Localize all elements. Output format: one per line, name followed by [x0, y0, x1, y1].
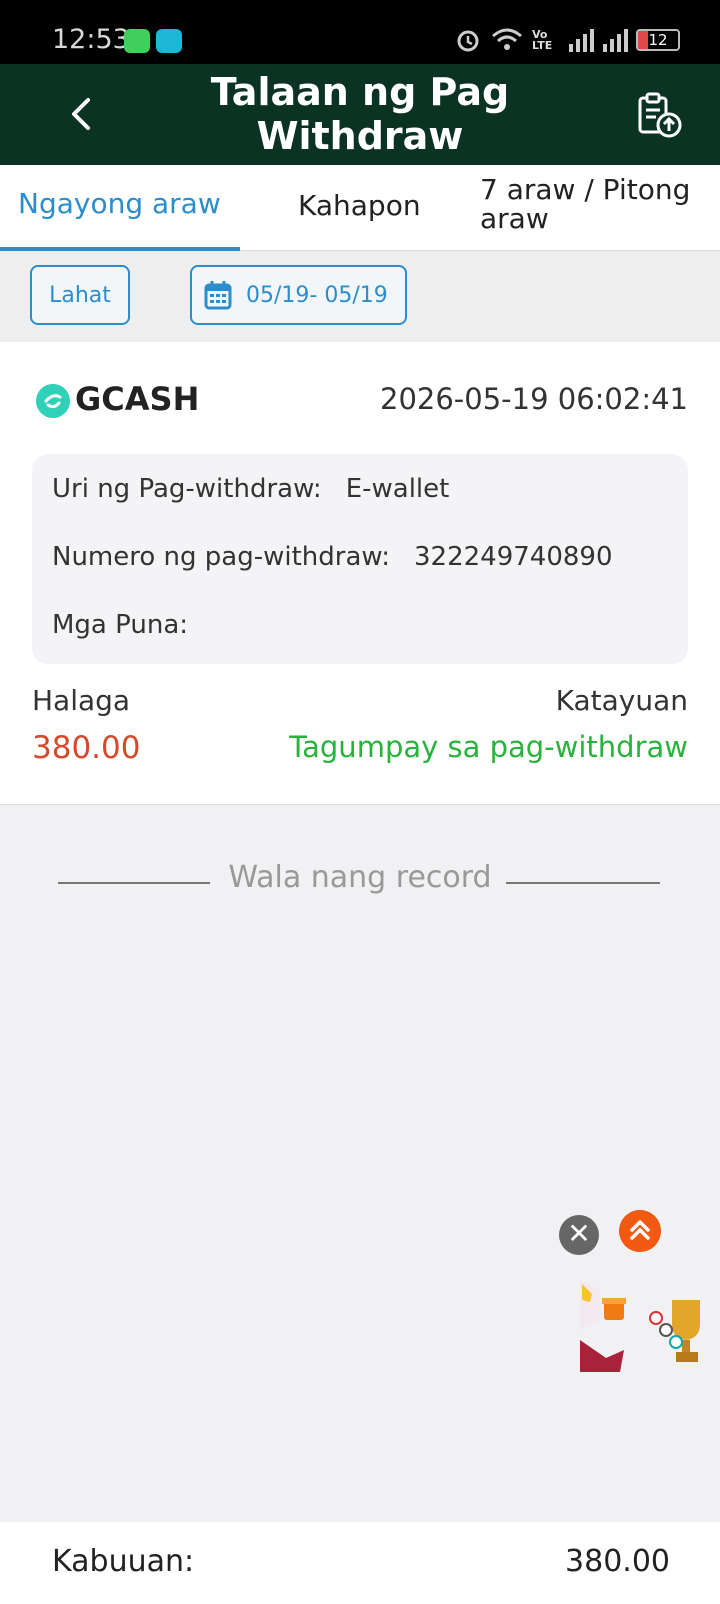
colon: : [179, 610, 189, 640]
messages-app-icon [124, 29, 150, 53]
withdraw-number-value: 322249740890 [414, 542, 613, 572]
divider-right [506, 882, 660, 884]
trophy-leaderboard-icon[interactable] [648, 1298, 702, 1368]
total-label: Kabuuan: [52, 1544, 195, 1579]
status-icons: Vo LTE 12 [454, 26, 680, 54]
date-range-button[interactable]: 05/19- 05/19 [190, 265, 407, 325]
signal-icon-2 [603, 29, 628, 52]
amount-label: Halaga [32, 684, 131, 717]
all-filter-button[interactable]: Lahat [30, 265, 130, 325]
gcash-logo-icon [36, 384, 70, 418]
amount-value: 380.00 [32, 730, 141, 766]
all-filter-label: Lahat [49, 282, 111, 308]
app-header: Talaan ng Pag Withdraw [0, 64, 720, 165]
signal-icon-1 [569, 29, 594, 52]
record-details: Uri ng Pag-withdraw: E-wallet Numero ng p… [32, 454, 688, 664]
date-range-label: 05/19- 05/19 [246, 282, 388, 308]
withdraw-record-card[interactable]: GCASH 2026-05-19 06:02:41 Uri ng Pag-wit… [0, 342, 720, 805]
status-label: Katayuan [555, 684, 688, 717]
no-more-records-text: Wala nang record [228, 860, 492, 895]
status-time: 12:53 [52, 24, 130, 55]
payment-method-name: GCASH [75, 380, 200, 418]
remarks-label: Mga Puna [52, 610, 180, 640]
total-footer: Kabuuan: 380.00 [0, 1522, 720, 1604]
no-more-records: Wala nang record [0, 858, 720, 902]
remarks-row: Mga Puna: [52, 610, 212, 640]
gift-promo-icon[interactable] [580, 1280, 626, 1372]
withdraw-type-label: Uri ng Pag-withdraw [52, 474, 313, 504]
status-bar: 12:53 Vo LTE 12 [0, 0, 720, 64]
clipboard-upload-icon[interactable] [634, 90, 684, 140]
tab-seven-days[interactable]: 7 araw / Pitong araw [480, 175, 702, 233]
alarm-icon [457, 30, 479, 52]
colon: : [312, 474, 322, 504]
double-chevron-up-icon[interactable] [619, 1210, 661, 1252]
close-icon[interactable]: ✕ [559, 1215, 599, 1255]
record-datetime: 2026-05-19 06:02:41 [380, 382, 688, 416]
withdraw-number-label: Numero ng pag-withdraw [52, 542, 382, 572]
filter-bar: Lahat 05/19- 05/19 [0, 251, 720, 342]
battery-level: 12 [648, 31, 668, 49]
chevron-left-icon[interactable] [62, 94, 102, 134]
app-notification-icon [156, 29, 182, 53]
wifi-icon [492, 28, 522, 50]
page-title: Talaan ng Pag Withdraw [210, 70, 510, 158]
tab-today[interactable]: Ngayong araw [18, 187, 221, 220]
calendar-icon [204, 281, 232, 310]
date-tabs: Ngayong araw Kahapon 7 araw / Pitong ara… [0, 165, 720, 251]
status-value: Tagumpay sa pag-withdraw [289, 730, 688, 764]
withdraw-type-value: E-wallet [345, 474, 450, 504]
tab-yesterday[interactable]: Kahapon [298, 189, 421, 222]
colon: : [381, 542, 391, 572]
withdraw-number-row: Numero ng pag-withdraw: 322249740890 [52, 542, 613, 572]
battery-icon: 12 [636, 29, 680, 51]
withdraw-type-row: Uri ng Pag-withdraw: E-wallet [52, 474, 449, 504]
network-type: Vo LTE [532, 28, 553, 52]
total-value: 380.00 [565, 1544, 670, 1579]
